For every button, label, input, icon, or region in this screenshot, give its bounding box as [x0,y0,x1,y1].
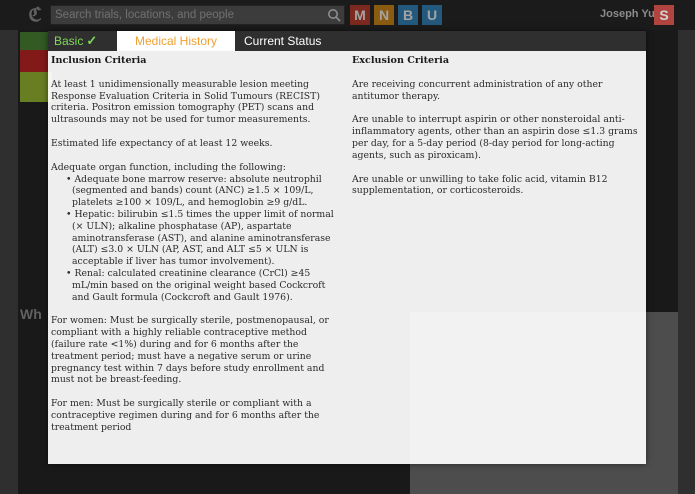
organ-function-intro: Adequate organ function, including the f… [51,161,286,173]
tab-medical-history-label: Medical History [134,34,218,48]
list-item: Renal: calculated creatinine clearance (… [66,268,341,303]
inclusion-life-expectancy: Estimated life expectancy of at least 12… [51,137,273,149]
exclusion-folic-acid: Are unable or unwilling to take folic ac… [352,173,608,197]
checkmark-icon: ✓ [86,33,98,48]
exclusion-criteria-column: Exclusion Criteria Are receiving concurr… [352,55,644,209]
list-item: Adequate bone marrow reserve: absolute n… [66,174,341,209]
modal-tab-bar: Basic ✓ Medical History Current Status [48,31,646,51]
inclusion-organ-function: Adequate organ function, including the f… [51,162,341,304]
tab-basic[interactable]: Basic ✓ [48,31,117,51]
organ-function-list: Adequate bone marrow reserve: absolute n… [51,174,341,304]
tab-basic-label: Basic [54,34,84,48]
criteria-modal: Basic ✓ Medical History Current Status In… [48,31,646,464]
tab-current-status-label: Current Status [244,34,322,48]
inclusion-measurable-lesion: At least 1 unidimensionally measurable l… [51,78,320,126]
inclusion-criteria-column: Inclusion Criteria At least 1 unidimensi… [51,55,341,446]
list-item: Hepatic: bilirubin ≤1.5 times the upper … [66,209,341,268]
inclusion-women: For women: Must be surgically sterile, p… [51,315,329,386]
exclusion-aspirin: Are unable to interrupt aspirin or other… [352,114,638,161]
tab-medical-history[interactable]: Medical History [117,31,235,51]
inclusion-men: For men: Must be surgically sterile or c… [51,398,320,433]
inclusion-heading: Inclusion Criteria [51,55,147,66]
tab-current-status[interactable]: Current Status [238,31,338,51]
exclusion-heading: Exclusion Criteria [352,55,450,66]
exclusion-antitumor: Are receiving concurrent administration … [352,78,603,102]
